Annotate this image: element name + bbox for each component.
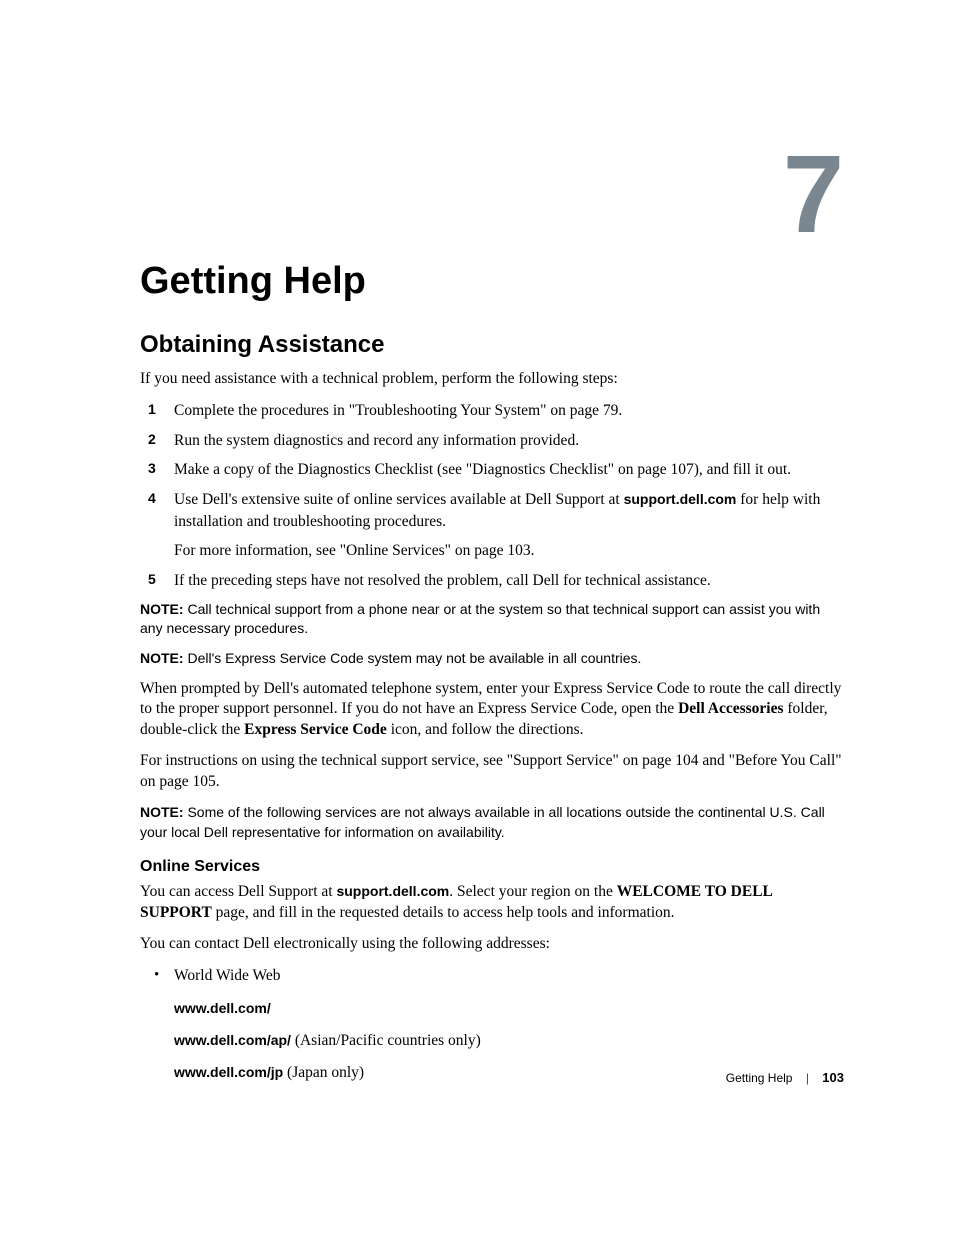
bullet-label: World Wide Web: [174, 967, 281, 984]
step-number: 2: [148, 430, 156, 450]
online-services-p1: You can access Dell Support at support.d…: [140, 882, 844, 924]
express-service-code-paragraph: When prompted by Dell's automated teleph…: [140, 679, 844, 742]
step-number: 5: [148, 570, 156, 590]
footer-separator: |: [806, 1071, 809, 1085]
manual-page: 7 Getting Help Obtaining Assistance If y…: [0, 0, 954, 1235]
step-4-subtext: For more information, see "Online Servic…: [174, 540, 844, 562]
url-dell-jp: www.dell.com/jp: [174, 1064, 283, 1080]
note-express-code-availability: NOTE: Dell's Express Service Code system…: [140, 649, 844, 669]
intro-paragraph: If you need assistance with a technical …: [140, 369, 844, 390]
chapter-title: Getting Help: [140, 260, 844, 303]
note-label: NOTE:: [140, 650, 184, 666]
step-1: 1 Complete the procedures in "Troublesho…: [140, 400, 844, 422]
page-footer: Getting Help | 103: [726, 1070, 844, 1085]
step-text: Complete the procedures in "Troubleshoot…: [174, 402, 622, 419]
note-call-support: NOTE: Call technical support from a phon…: [140, 600, 844, 639]
step-3: 3 Make a copy of the Diagnostics Checkli…: [140, 459, 844, 481]
url-dell-ap: www.dell.com/ap/: [174, 1032, 291, 1048]
note-text: Call technical support from a phone near…: [140, 601, 820, 637]
section-title-obtaining-assistance: Obtaining Assistance: [140, 331, 844, 359]
step-text: Make a copy of the Diagnostics Checklist…: [174, 461, 791, 478]
step-4: 4 Use Dell's extensive suite of online s…: [140, 489, 844, 562]
address-www: World Wide Web www.dell.com/ www.dell.co…: [140, 965, 844, 1085]
url-dell-jp-note: (Japan only): [283, 1064, 364, 1081]
url-dell-ap-note: (Asian/Pacific countries only): [291, 1032, 481, 1049]
step-2: 2 Run the system diagnostics and record …: [140, 430, 844, 452]
note-text: Some of the following services are not a…: [140, 804, 825, 840]
support-url: support.dell.com: [624, 491, 737, 507]
contact-addresses: World Wide Web www.dell.com/ www.dell.co…: [140, 965, 844, 1085]
instructions-paragraph: For instructions on using the technical …: [140, 751, 844, 793]
online-services-p2: You can contact Dell electronically usin…: [140, 934, 844, 955]
subhead-online-services: Online Services: [140, 858, 844, 876]
page-content: Getting Help Obtaining Assistance If you…: [140, 260, 844, 1085]
step-text: Use Dell's extensive suite of online ser…: [174, 491, 820, 530]
dell-accessories-folder: Dell Accessories: [678, 700, 783, 717]
page-number: 103: [822, 1070, 844, 1085]
numbered-steps: 1 Complete the procedures in "Troublesho…: [140, 400, 844, 592]
step-number: 1: [148, 400, 156, 420]
url-dell: www.dell.com/: [174, 1000, 271, 1016]
support-url: support.dell.com: [336, 883, 449, 899]
note-label: NOTE:: [140, 601, 184, 617]
step-5: 5 If the preceding steps have not resolv…: [140, 570, 844, 592]
step-text: Run the system diagnostics and record an…: [174, 432, 579, 449]
step-number: 3: [148, 459, 156, 479]
note-label: NOTE:: [140, 804, 184, 820]
note-text: Dell's Express Service Code system may n…: [187, 650, 641, 666]
footer-section: Getting Help: [726, 1071, 793, 1085]
step-text: If the preceding steps have not resolved…: [174, 572, 711, 589]
note-service-availability: NOTE: Some of the following services are…: [140, 803, 844, 842]
express-service-code-icon-ref: Express Service Code: [244, 721, 387, 738]
step-number: 4: [148, 489, 156, 509]
chapter-number: 7: [783, 140, 844, 250]
